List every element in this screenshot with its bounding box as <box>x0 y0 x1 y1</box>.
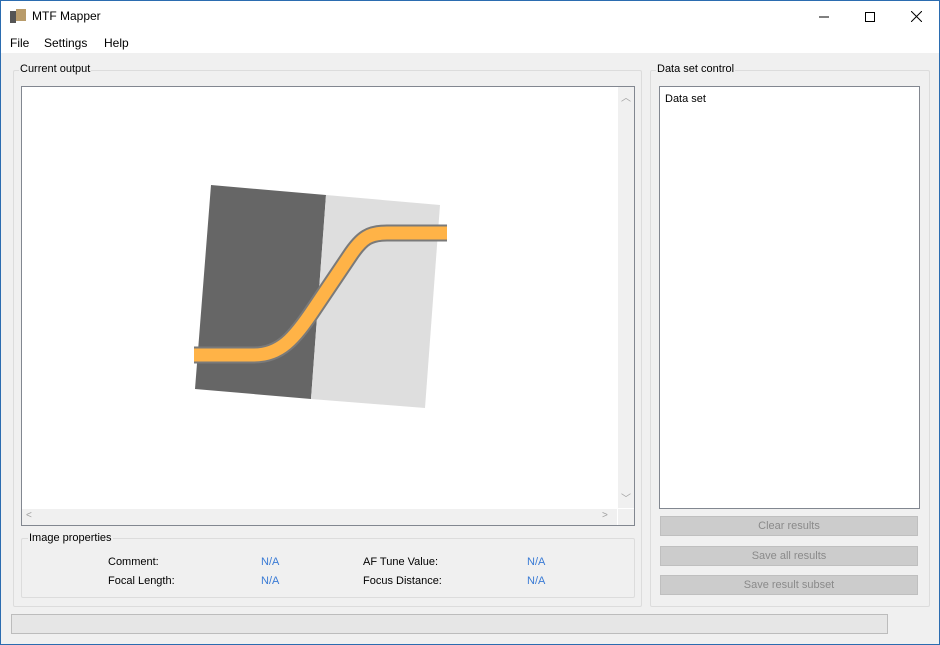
minimize-button[interactable] <box>801 1 847 32</box>
maximize-icon <box>865 11 875 22</box>
af-tune-value: N/A <box>527 556 546 568</box>
image-properties-title: Image properties <box>28 532 113 544</box>
image-properties-group <box>21 538 635 598</box>
close-icon <box>910 11 922 22</box>
save-all-results-button[interactable]: Save all results <box>660 546 918 566</box>
app-icon <box>10 9 26 23</box>
dark-square <box>195 185 326 399</box>
focal-length-value: N/A <box>261 575 280 587</box>
clear-results-button[interactable]: Clear results <box>660 516 918 536</box>
edge-chart-image <box>194 185 447 408</box>
af-tune-label: AF Tune Value: <box>363 556 439 568</box>
menu-help[interactable]: Help <box>104 36 129 50</box>
scroll-down-icon[interactable]: ﹀ <box>621 490 631 505</box>
data-set-header[interactable]: Data set <box>665 93 706 105</box>
horizontal-scrollbar[interactable]: < > <box>22 509 617 525</box>
maximize-button[interactable] <box>847 1 893 32</box>
scroll-corner <box>618 509 634 525</box>
comment-label: Comment: <box>108 556 159 568</box>
close-button[interactable] <box>893 1 939 32</box>
focal-length-label: Focal Length: <box>108 575 175 587</box>
menu-bar: File Settings Help <box>1 32 939 53</box>
title-bar: MTF Mapper <box>1 1 939 32</box>
vertical-scrollbar[interactable]: ︿ ﹀ <box>618 87 634 508</box>
menu-settings[interactable]: Settings <box>44 36 87 50</box>
comment-value: N/A <box>261 556 280 568</box>
focus-distance-value: N/A <box>527 575 546 587</box>
focus-distance-label: Focus Distance: <box>363 575 442 587</box>
main-window: MTF Mapper File Settings Help Current ou… <box>0 0 940 645</box>
progress-bar <box>11 614 888 634</box>
window-title: MTF Mapper <box>32 9 101 23</box>
menu-file[interactable]: File <box>10 36 29 50</box>
current-output-title: Current output <box>19 63 92 75</box>
scroll-right-icon[interactable]: > <box>602 510 608 521</box>
minimize-icon <box>819 16 829 17</box>
output-viewport[interactable]: ︿ ﹀ < > <box>21 86 635 526</box>
scroll-left-icon[interactable]: < <box>26 510 32 521</box>
data-set-list[interactable]: Data set <box>659 86 920 509</box>
data-set-control-title: Data set control <box>656 63 736 75</box>
scroll-up-icon[interactable]: ︿ <box>621 89 631 104</box>
save-result-subset-button[interactable]: Save result subset <box>660 575 918 595</box>
